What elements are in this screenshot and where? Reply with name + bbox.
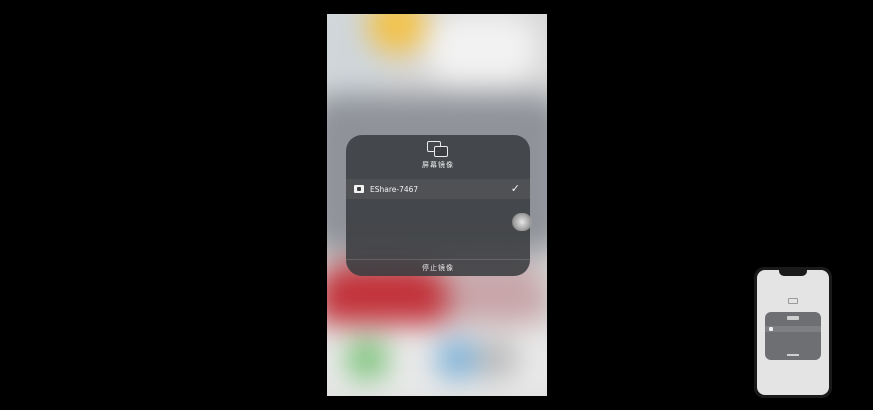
screen-mirror-view: 屏幕镜像 EShare-7467 ✓ 停止镜像 [0, 0, 873, 410]
mini-panel-title [787, 316, 799, 320]
divider [346, 259, 530, 260]
device-row-eshare[interactable]: EShare-7467 ✓ [346, 179, 530, 199]
mirrored-phone-screen: 屏幕镜像 EShare-7467 ✓ 停止镜像 [327, 14, 547, 396]
mini-mirroring-panel [765, 312, 821, 360]
screen-mirroring-icon [788, 298, 798, 304]
screen-mirroring-icon [427, 141, 449, 157]
device-name: EShare-7467 [370, 184, 419, 194]
panel-header: 屏幕镜像 [346, 141, 530, 170]
blurred-app-icon [477, 339, 517, 379]
checkmark-icon: ✓ [510, 182, 520, 195]
panel-title: 屏幕镜像 [422, 161, 454, 169]
screen-mirroring-panel: 屏幕镜像 EShare-7467 ✓ 停止镜像 [346, 135, 530, 276]
blurred-shape [427, 14, 537, 84]
appletv-icon [354, 185, 364, 193]
blurred-app-icon [437, 339, 477, 379]
mini-stop-label [787, 354, 799, 356]
phone-thumbnail [754, 267, 832, 398]
stop-mirroring-button[interactable]: 停止镜像 [346, 261, 530, 275]
blurred-app-icon [347, 339, 387, 379]
phone-thumbnail-screen [757, 270, 829, 395]
assistive-touch-button[interactable] [512, 213, 532, 231]
appletv-icon [769, 327, 773, 331]
mini-device-row [765, 326, 821, 332]
phone-notch [779, 270, 807, 276]
